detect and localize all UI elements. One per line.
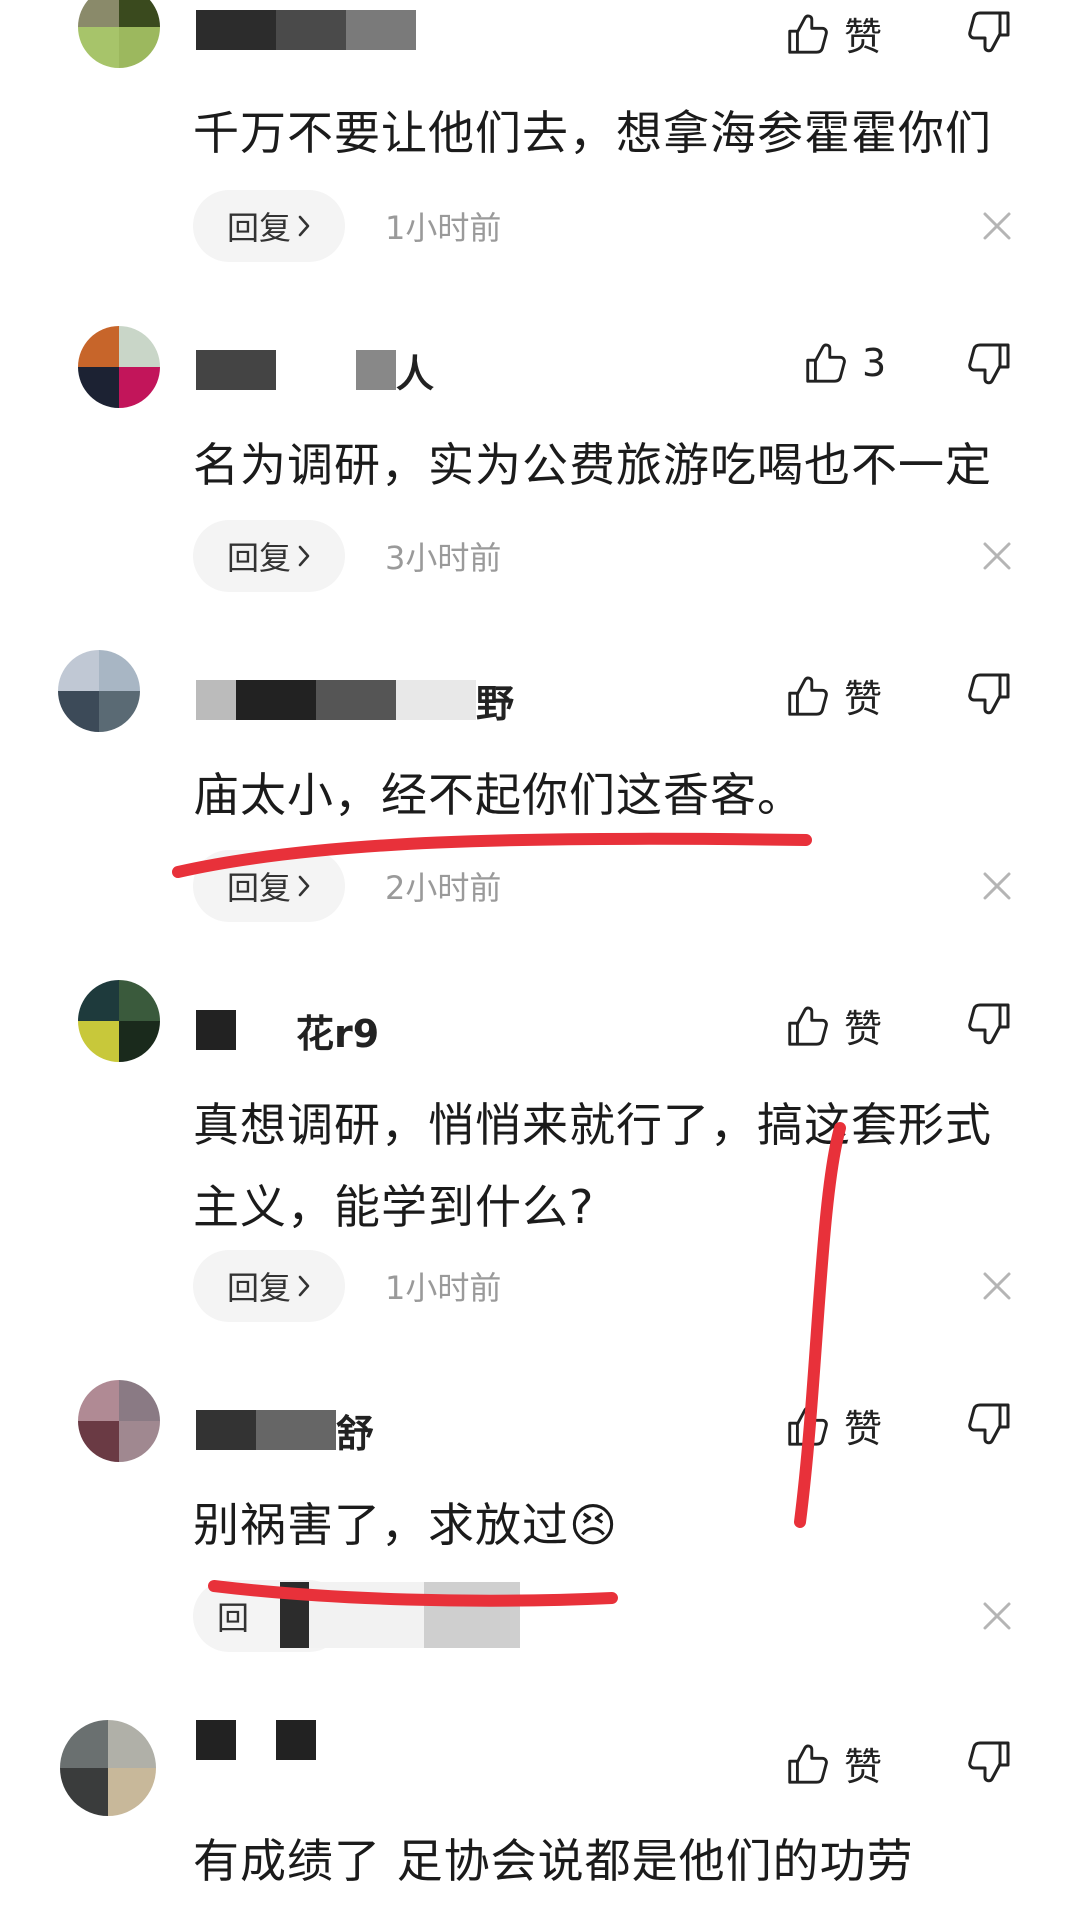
like-label: 赞: [844, 1745, 883, 1789]
redacted-block: [196, 680, 236, 720]
close-icon[interactable]: [980, 539, 1014, 573]
redacted-block: [236, 1010, 296, 1050]
redacted-block: [316, 680, 396, 720]
reply-button[interactable]: 回复: [193, 1250, 345, 1322]
comment-text: 名为调研，实为公费旅游吃喝也不一定: [193, 438, 992, 492]
avatar[interactable]: [60, 1720, 156, 1816]
like-button[interactable]: 赞: [784, 1398, 882, 1453]
thumbs-down-icon: [966, 1400, 1014, 1448]
comment-item: 赞 有成绩了 足协会说都是他们的功劳: [0, 1690, 1079, 1920]
comment-text: 有成绩了 足协会说都是他们的功劳: [193, 1834, 914, 1888]
redacted-block: [356, 350, 396, 390]
comment-item: 花r9 赞 真想调研，悄悄来就行了，搞这套形式主义，能学到什么? 回复 1小时前: [0, 960, 1079, 1360]
redacted-block: [196, 1010, 236, 1050]
like-label: 赞: [844, 1407, 883, 1451]
thumbs-down-icon: [966, 8, 1014, 56]
redacted-block: [256, 1410, 336, 1450]
chevron-right-icon: [297, 544, 311, 568]
thumbs-down-icon: [966, 340, 1014, 388]
thumbs-up-icon: [802, 340, 848, 386]
avatar[interactable]: [78, 0, 160, 68]
dislike-button[interactable]: [966, 1738, 1014, 1786]
like-button[interactable]: 赞: [784, 668, 882, 723]
redacted-block: [280, 1582, 520, 1648]
redacted-block: [196, 350, 276, 390]
thumbs-down-icon: [966, 670, 1014, 718]
thumbs-up-icon: [784, 1003, 830, 1049]
thumbs-down-icon: [966, 1738, 1014, 1786]
like-button[interactable]: 3: [802, 340, 886, 386]
username[interactable]: 花r9: [196, 1008, 379, 1056]
comment-item: 人 3 名为调研，实为公费旅游吃喝也不一定 回复 3小时前: [0, 300, 1079, 630]
chevron-right-icon: [297, 1274, 311, 1298]
thumbs-up-icon: [784, 673, 830, 719]
reply-button[interactable]: 回复: [193, 190, 345, 262]
thumbs-up-icon: [784, 1403, 830, 1449]
redacted-block: [196, 1410, 256, 1450]
redacted-block: [276, 350, 356, 390]
avatar[interactable]: [78, 1380, 160, 1462]
timestamp: 1小时前: [385, 209, 502, 247]
timestamp: 3小时前: [385, 539, 502, 577]
comment-text: 千万不要让他们去，想拿海参霍霍你们: [193, 106, 992, 160]
dislike-button[interactable]: [966, 1400, 1014, 1448]
emoji: 😣: [569, 1498, 618, 1552]
dislike-button[interactable]: [966, 1000, 1014, 1048]
redacted-block: [396, 680, 476, 720]
username[interactable]: 野: [196, 678, 514, 726]
timestamp: 1小时前: [385, 1269, 502, 1307]
timestamp: 2小时前: [385, 869, 502, 907]
comment-text: 庙太小，经不起你们这香客。: [193, 768, 804, 822]
like-button[interactable]: 赞: [784, 1736, 882, 1791]
username[interactable]: [196, 8, 416, 52]
username[interactable]: 舒: [196, 1408, 374, 1456]
like-label: 赞: [844, 15, 883, 59]
redacted-block: [346, 10, 416, 50]
chevron-right-icon: [297, 214, 311, 238]
comment-text: 别祸害了，求放过😣: [193, 1498, 618, 1552]
thumbs-up-icon: [784, 11, 830, 57]
like-label: 赞: [844, 677, 883, 721]
reply-button[interactable]: 回复: [193, 850, 345, 922]
thumbs-up-icon: [784, 1741, 830, 1787]
like-label: 赞: [844, 1007, 883, 1051]
redacted-block: [276, 10, 346, 50]
redacted-block: [236, 1720, 276, 1760]
redacted-block: [276, 1720, 316, 1760]
chevron-right-icon: [297, 874, 311, 898]
like-button[interactable]: 赞: [784, 6, 882, 61]
dislike-button[interactable]: [966, 340, 1014, 388]
username[interactable]: [196, 1718, 316, 1762]
comment-item: 赞 千万不要让他们去，想拿海参霍霍你们 回复 1小时前: [0, 0, 1079, 300]
avatar[interactable]: [58, 650, 140, 732]
avatar[interactable]: [78, 326, 160, 408]
comment-item: 野 赞 庙太小，经不起你们这香客。 回复 2小时前: [0, 630, 1079, 960]
like-button[interactable]: 赞: [784, 998, 882, 1053]
redacted-block: [196, 1720, 236, 1760]
reply-button[interactable]: 回复: [193, 520, 345, 592]
close-icon[interactable]: [980, 1269, 1014, 1303]
redacted-block: [236, 680, 316, 720]
close-icon[interactable]: [980, 1599, 1014, 1633]
like-count: 3: [862, 341, 887, 385]
close-icon[interactable]: [980, 209, 1014, 243]
username[interactable]: 人: [196, 348, 434, 396]
redacted-block: [196, 10, 276, 50]
dislike-button[interactable]: [966, 8, 1014, 56]
close-icon[interactable]: [980, 869, 1014, 903]
dislike-button[interactable]: [966, 670, 1014, 718]
avatar[interactable]: [78, 980, 160, 1062]
thumbs-down-icon: [966, 1000, 1014, 1048]
comment-item: 舒 赞 别祸害了，求放过😣 回: [0, 1360, 1079, 1690]
comment-text: 真想调研，悄悄来就行了，搞这套形式主义，能学到什么?: [193, 1098, 992, 1234]
